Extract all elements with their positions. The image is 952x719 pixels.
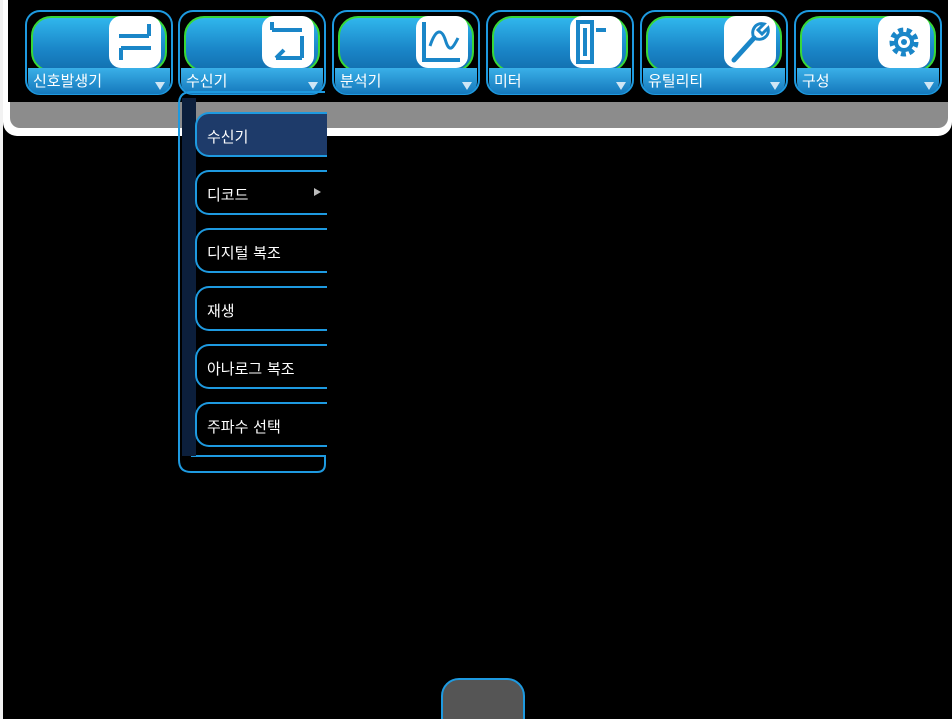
menu-button-label: 미터 [494,72,522,90]
receiver-icon [262,16,314,68]
menu-button-label: 신호발생기 [33,72,103,90]
dropdown-item-digital-demod[interactable]: 디지털 복조 [195,228,327,273]
chevron-down-icon [308,82,318,90]
menu-button-label: 수신기 [186,72,228,90]
dropdown-side-strip [182,98,196,456]
analyzer-icon [416,16,468,68]
gear-icon [878,16,930,68]
dropdown-item-frequency-select[interactable]: 주파수 선택 [195,402,327,447]
bottom-panel-button[interactable] [441,678,525,719]
menu-button-meter[interactable]: 미터 [486,10,634,95]
menu-button-label: 유틸리티 [648,72,704,90]
meter-icon [570,16,622,68]
submenu-arrow-icon [314,188,321,196]
dropdown-item-receiver[interactable]: 수신기 [195,112,327,157]
menu-button-label: 구성 [802,72,830,90]
chevron-down-icon [770,82,780,90]
chevron-down-icon [924,82,934,90]
menu-button-label: 분석기 [340,72,382,90]
menu-button-utility[interactable]: 유틸리티 [640,10,788,95]
signal-generator-icon [109,16,161,68]
menu-button-config[interactable]: 구성 [794,10,942,95]
menu-button-signal-generator[interactable]: 신호발생기 [25,10,173,95]
chevron-down-icon [616,82,626,90]
dropdown-item-analog-demod[interactable]: 아나로그 복조 [195,344,327,389]
dropdown-item-decode[interactable]: 디코드 [195,170,327,215]
chevron-down-icon [462,82,472,90]
menu-button-analyzer[interactable]: 분석기 [332,10,480,95]
menu-button-receiver[interactable]: 수신기 [178,10,326,95]
wrench-icon [724,16,776,68]
dropdown-item-playback[interactable]: 재생 [195,286,327,331]
chevron-down-icon [155,82,165,90]
toolbar-status-strip [10,102,948,128]
